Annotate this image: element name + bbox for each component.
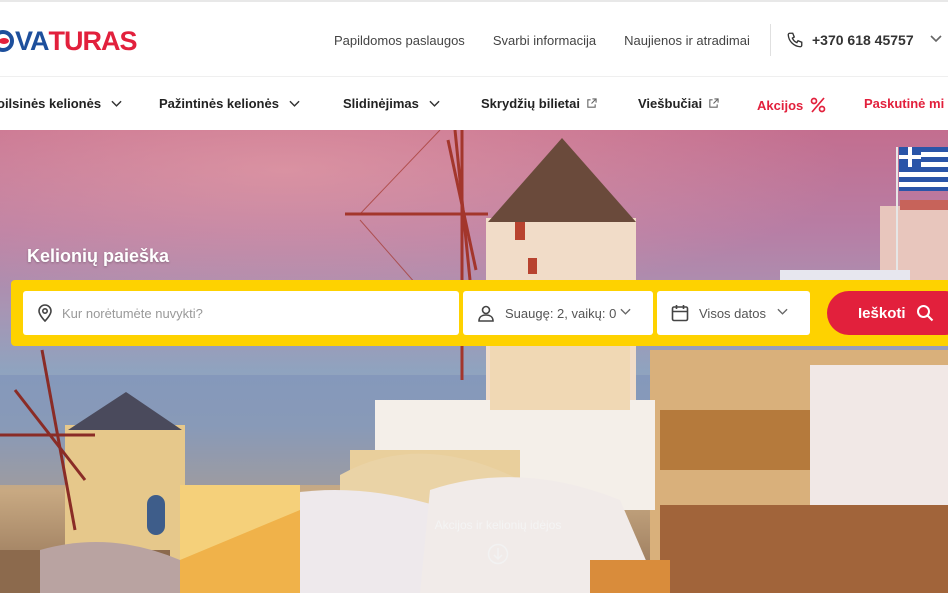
nav-item-hotels[interactable]: Viešbučiai [638, 96, 719, 111]
chevron-down-icon [429, 100, 440, 107]
travellers-value: Suaugę: 2, vaikų: 0 [505, 305, 617, 321]
chevron-down-icon [111, 100, 122, 107]
chevron-down-icon [620, 308, 631, 315]
hero-banner: Kelionių paieška Kur norėtumėte nuvykti?… [0, 130, 948, 593]
nav-item-flights[interactable]: Skrydžių bilietai [481, 96, 597, 111]
chevron-down-icon[interactable] [930, 34, 942, 44]
dates-value: Visos datos [699, 305, 766, 321]
search-button[interactable]: Ieškoti [827, 291, 948, 335]
nav-item-skiing[interactable]: Slidinėjimas [343, 96, 440, 111]
travellers-select[interactable]: Suaugę: 2, vaikų: 0 [463, 291, 653, 335]
destination-input[interactable]: Kur norėtumėte nuvykti? [23, 291, 459, 335]
arrow-down-circle-icon[interactable] [487, 543, 509, 565]
main-nav: oilsinės kelionės Pažintinės kelionės Sl… [0, 76, 948, 130]
nav-item-tours[interactable]: Pažintinės kelionės [159, 96, 300, 111]
logo-text: VATURAS [15, 25, 138, 56]
percent-icon [810, 97, 826, 113]
search-icon [916, 305, 933, 322]
search-button-label: Ieškoti [858, 304, 906, 322]
destination-placeholder: Kur norėtumėte nuvykti? [62, 305, 203, 321]
hero-title: Kelionių paieška [27, 246, 170, 266]
nav-item-label: Paskutinė mi [864, 96, 945, 111]
person-icon [478, 305, 494, 322]
logo[interactable]: VATURAS [0, 24, 138, 58]
search-bar: Kur norėtumėte nuvykti? Suaugę: 2, vaikų… [11, 280, 948, 346]
nav-item-label: oilsinės kelionės [0, 96, 102, 111]
calendar-icon [671, 305, 689, 322]
divider [770, 24, 771, 56]
nav-item-label: Akcijos [757, 97, 804, 113]
logo-globe-icon [0, 30, 14, 52]
nav-item-last-minute[interactable]: Paskutinė mi [864, 96, 944, 111]
nav-item-leisure[interactable]: oilsinės kelionės [0, 96, 122, 111]
phone-number: +370 618 45757 [812, 32, 914, 48]
scroll-hint[interactable]: Akcijos ir kelionių idėjos [0, 518, 948, 532]
nav-item-label: Skrydžių bilietai [481, 96, 580, 111]
nav-item-label: Slidinėjimas [343, 96, 419, 111]
chevron-down-icon [289, 100, 300, 107]
nav-item-label: Viešbučiai [638, 96, 703, 111]
external-link-icon [709, 98, 719, 108]
chevron-down-icon [777, 308, 788, 315]
nav-item-deals[interactable]: Akcijos [757, 96, 827, 114]
top-bar: VATURAS Papildomos paslaugos Svarbi info… [0, 0, 948, 76]
top-link-services[interactable]: Papildomos paslaugos [334, 33, 465, 48]
top-links: Papildomos paslaugos Svarbi informacija … [334, 33, 778, 48]
dates-select[interactable]: Visos datos [657, 291, 810, 335]
phone-contact[interactable]: +370 618 45757 [786, 31, 914, 49]
external-link-icon [587, 98, 597, 108]
phone-icon [787, 32, 803, 48]
top-link-info[interactable]: Svarbi informacija [493, 33, 596, 48]
nav-item-label: Pažintinės kelionės [159, 96, 279, 111]
location-pin-icon [38, 304, 52, 322]
top-link-news[interactable]: Naujienos ir atradimai [624, 33, 750, 48]
